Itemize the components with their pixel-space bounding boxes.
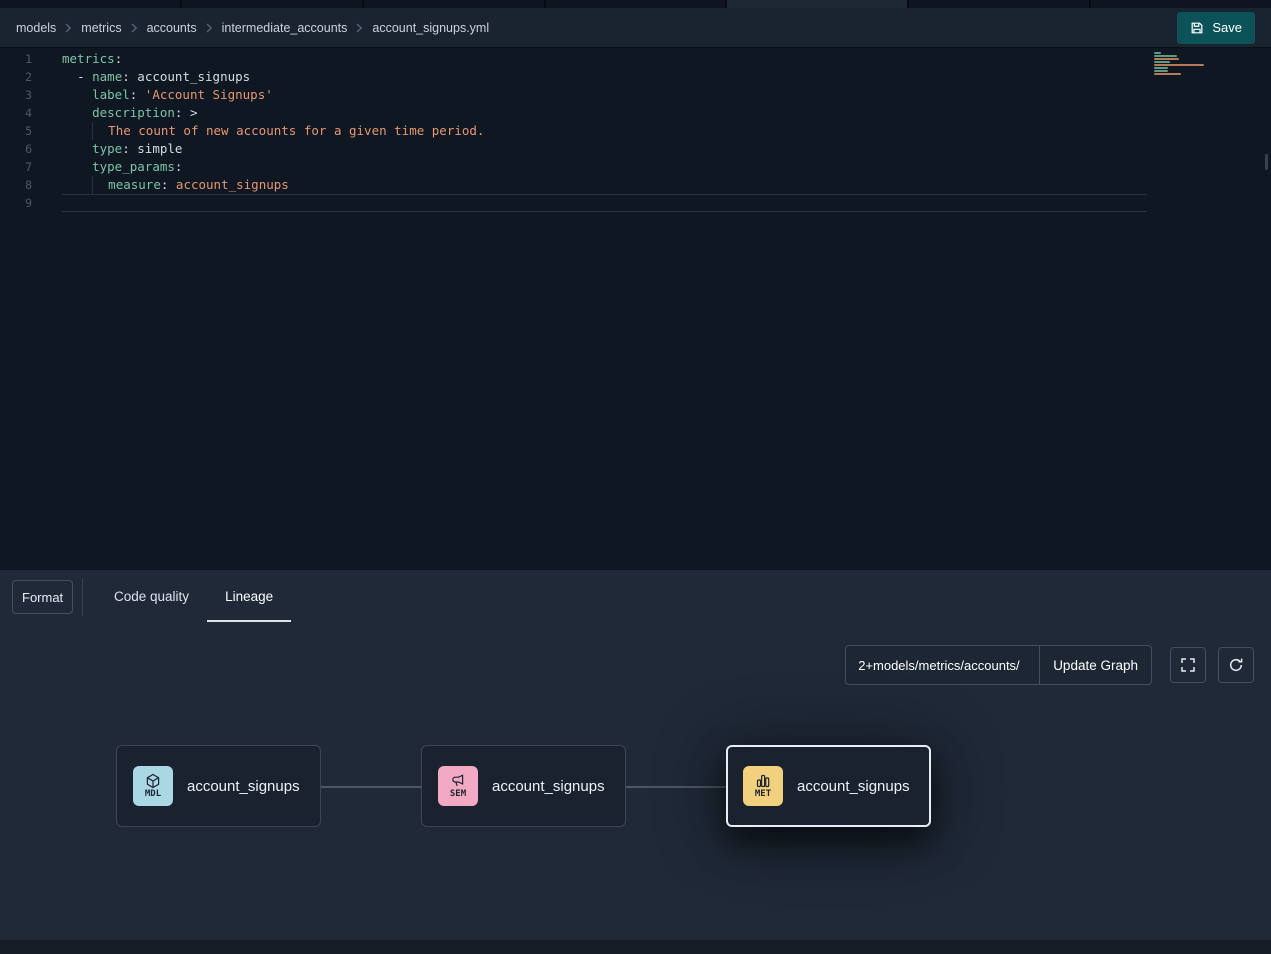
line-number: 5 — [0, 122, 44, 140]
file-tab[interactable] — [1091, 0, 1271, 8]
node-type-label: MET — [755, 790, 771, 799]
lineage-node[interactable]: MDL account_signups — [116, 745, 321, 827]
lineage-canvas[interactable]: MDL account_signups SEM account_signups MET a… — [0, 570, 1271, 954]
status-bar — [0, 940, 1271, 954]
node-icon-tile: SEM — [438, 766, 478, 806]
code-line[interactable]: 4 description: > — [0, 104, 1271, 122]
code-line[interactable]: 1metrics: — [0, 50, 1271, 68]
code-line[interactable]: 7 type_params: — [0, 158, 1271, 176]
breadcrumb-bar: models metrics accounts intermediate_accoun… — [0, 8, 1271, 48]
file-tab[interactable] — [364, 0, 544, 8]
chevron-right-icon — [65, 23, 72, 33]
line-number: 8 — [0, 176, 44, 194]
code-line[interactable]: 3 label: 'Account Signups' — [0, 86, 1271, 104]
code-line[interactable]: 9 — [0, 194, 1271, 212]
megaphone-icon — [450, 773, 466, 789]
node-type-label: SEM — [450, 790, 466, 799]
file-tab[interactable] — [182, 0, 362, 8]
node-icon-tile: MDL — [133, 766, 173, 806]
line-number: 7 — [0, 158, 44, 176]
scrollbar-thumb[interactable] — [1265, 154, 1268, 170]
line-number: 1 — [0, 50, 44, 68]
bottom-panel: Format Code quality Lineage Update Graph — [0, 570, 1271, 954]
node-type-label: MDL — [145, 790, 161, 799]
line-number: 3 — [0, 86, 44, 104]
cube-icon — [145, 773, 161, 789]
breadcrumb: models metrics accounts intermediate_accoun… — [16, 21, 489, 35]
code-lines: 1metrics:2 - name: account_signups3 labe… — [0, 50, 1271, 212]
node-label: account_signups — [492, 778, 605, 795]
edge-connector — [321, 786, 421, 788]
breadcrumb-item[interactable]: accounts — [147, 21, 197, 35]
lineage-node[interactable]: MET account_signups — [726, 745, 931, 827]
code-line[interactable]: 5 The count of new accounts for a given … — [0, 122, 1271, 140]
file-tab[interactable] — [0, 0, 180, 8]
lineage-node[interactable]: SEM account_signups — [421, 745, 626, 827]
file-tab[interactable] — [909, 0, 1089, 8]
code-line[interactable]: 6 type: simple — [0, 140, 1271, 158]
breadcrumb-item[interactable]: account_signups.yml — [372, 21, 489, 35]
breadcrumb-item[interactable]: models — [16, 21, 56, 35]
save-button-label: Save — [1212, 20, 1242, 35]
line-number: 4 — [0, 104, 44, 122]
chevron-right-icon — [131, 23, 138, 33]
line-number: 6 — [0, 140, 44, 158]
line-number: 2 — [0, 68, 44, 86]
node-label: account_signups — [797, 778, 910, 795]
minimap[interactable] — [1154, 52, 1210, 79]
code-line[interactable]: 2 - name: account_signups — [0, 68, 1271, 86]
file-tab-strip — [0, 0, 1271, 8]
ide-window: models metrics accounts intermediate_accoun… — [0, 0, 1271, 954]
chevron-right-icon — [356, 23, 363, 33]
file-tab[interactable] — [727, 0, 907, 8]
code-editor[interactable]: 1metrics:2 - name: account_signups3 labe… — [0, 48, 1271, 570]
node-label: account_signups — [187, 778, 300, 795]
breadcrumb-item[interactable]: metrics — [81, 21, 121, 35]
file-tab[interactable] — [546, 0, 726, 8]
chevron-right-icon — [206, 23, 213, 33]
node-icon-tile: MET — [743, 766, 783, 806]
edge-connector — [626, 786, 726, 788]
breadcrumb-item[interactable]: intermediate_accounts — [222, 21, 348, 35]
save-button[interactable]: Save — [1177, 12, 1255, 44]
save-icon — [1190, 21, 1204, 35]
code-line[interactable]: 8 measure: account_signups — [0, 176, 1271, 194]
bar-chart-icon — [755, 773, 771, 789]
line-number: 9 — [0, 194, 44, 212]
